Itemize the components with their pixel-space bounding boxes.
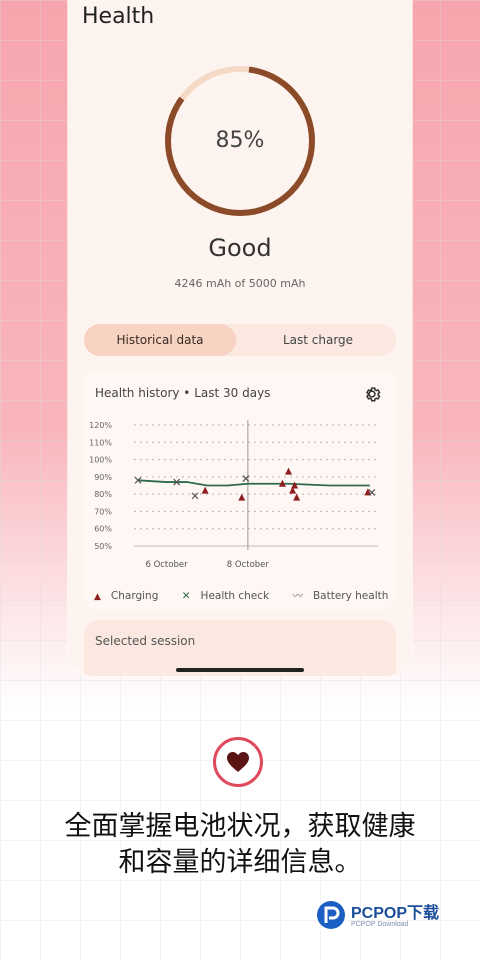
y-tick-label: 90% (94, 473, 112, 482)
phone-screen: Health 85% Good 4246 mAh of 5000 mAh His… (68, 0, 412, 676)
charging-point (285, 467, 293, 475)
y-tick-label: 60% (94, 525, 112, 534)
pcpop-logo-icon (317, 901, 345, 929)
promo-caption-line2: 和容量的详细信息。 (118, 847, 362, 878)
battery-health-line (138, 479, 370, 487)
y-tick-label: 120% (89, 421, 112, 430)
y-tick-label: 50% (94, 542, 112, 551)
x-mark-icon: ✕ (181, 590, 191, 602)
view-tabs: Historical data Last charge (84, 324, 396, 356)
watermark-sub: PCPOP Download (351, 921, 409, 928)
charging-point (238, 493, 246, 501)
legend-battery-health: 〰 Battery health (292, 590, 389, 602)
heart-icon (227, 752, 249, 772)
health-history-chart[interactable]: 120% 110% 100% 90% 80% 70% 60% 50% 6 October 8 Oc… (84, 410, 396, 580)
y-tick-label: 80% (94, 490, 112, 499)
promo-caption-line1: 全面掌握电池状况，获取健康 (64, 811, 416, 842)
x-tick-label: 6 October (145, 560, 188, 570)
wave-icon: 〰 (292, 590, 303, 602)
health-percent: 85% (215, 128, 265, 153)
y-tick-label: 70% (94, 507, 112, 516)
legend-charging: ▲ Charging (94, 590, 159, 602)
gear-icon[interactable] (362, 384, 382, 404)
health-status: Good (208, 234, 272, 262)
home-indicator[interactable] (176, 668, 304, 672)
tab-last-charge[interactable]: Last charge (240, 324, 396, 356)
watermark: PCPOP下载 PCPOP Download (315, 897, 465, 937)
page-title: Health (82, 4, 155, 29)
legend-health-check: ✕ Health check (181, 590, 270, 602)
watermark-brand: PCPOP下载 (351, 905, 440, 922)
tab-historical-data[interactable]: Historical data (84, 324, 236, 356)
y-tick-label: 100% (89, 456, 112, 465)
health-history-card: Health history • Last 30 days 120% 110% 10… (84, 370, 396, 610)
x-tick-label: 8 October (227, 560, 270, 570)
heart-badge (213, 737, 263, 787)
triangle-icon: ▲ (94, 592, 101, 602)
charging-point (201, 486, 209, 494)
charging-point (293, 493, 301, 501)
health-history-title: Health history • Last 30 days (95, 386, 271, 400)
selected-session-label: Selected session (95, 634, 196, 648)
y-tick-label: 110% (89, 438, 112, 447)
capacity-text: 4246 mAh of 5000 mAh (174, 277, 306, 290)
chart-legend: ▲ Charging ✕ Health check 〰 Battery health (94, 588, 408, 603)
